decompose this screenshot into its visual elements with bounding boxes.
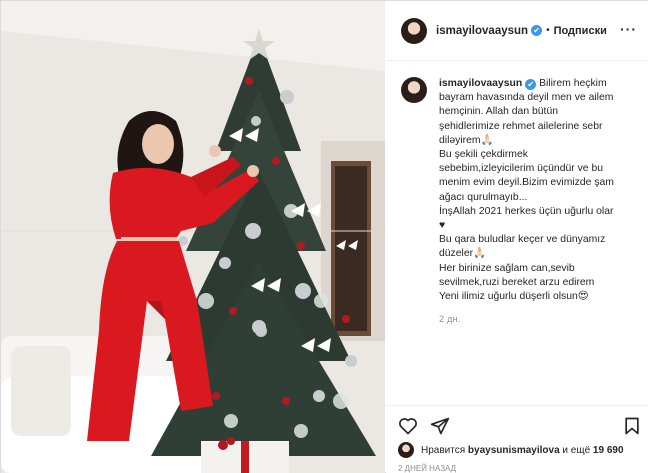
caption-verified-badge-icon: ✔	[525, 79, 537, 90]
post-caption: ismayilovaaysun ✔ Bilirem heçkim bayram h…	[401, 77, 639, 324]
photo-illustration	[1, 1, 385, 473]
verified-badge-icon: ✔	[531, 25, 543, 36]
username-link[interactable]: ismayilovaaysun	[436, 25, 528, 37]
avatar[interactable]	[401, 17, 427, 44]
caption-line: İnşAllah 2021 herkes üçün uğurlu olar	[439, 205, 614, 217]
post-photo[interactable]	[1, 1, 385, 473]
liker-username-link[interactable]: byaysunismayilova	[468, 445, 560, 456]
caption-time-ago[interactable]: 2 дн.	[439, 314, 639, 324]
post-sidebar: ismayilovaaysun ✔ • Подписки ··· ismayil…	[386, 1, 648, 473]
likes-summary: Нравится byaysunismayilova и ещё 19 690	[398, 442, 624, 458]
bookmark-icon[interactable]	[622, 416, 642, 436]
caption-line: Her birinize sağlam can,sevib	[439, 262, 575, 274]
caption-line: Bu qara buludlar keçer ve dünyamız	[439, 234, 606, 246]
heart-line: ♥	[439, 220, 446, 232]
heart-outline-icon[interactable]	[398, 416, 418, 436]
likes-prefix: Нравится	[421, 444, 466, 456]
caption-line: ağacı qurulmayıb...	[439, 191, 528, 203]
paper-plane-icon[interactable]	[430, 416, 450, 436]
caption-line-1: ismayilovaaysun ✔ Bilirem heçkim	[439, 77, 639, 91]
post-header: ismayilovaaysun ✔ • Подписки ···	[386, 1, 648, 61]
caption-username-link[interactable]: ismayilovaaysun	[439, 78, 522, 89]
more-options-icon[interactable]: ···	[620, 21, 637, 37]
caption-avatar[interactable]	[401, 77, 427, 103]
likes-suffix: и ещё	[562, 444, 591, 456]
liker-avatar[interactable]	[398, 442, 414, 458]
caption-line: diləyirem🙏🏻	[439, 134, 494, 146]
caption-text: ismayilovaaysun ✔ Bilirem heçkim bayram h…	[439, 77, 639, 304]
following-button[interactable]: Подписки	[554, 25, 607, 37]
post-date[interactable]: 2 ДНЕЙ НАЗАД	[398, 464, 456, 473]
caption-line: sebebim,izleyicilerim üçündür ve bu	[439, 163, 604, 175]
action-bar	[386, 405, 648, 445]
caption-line: düzeler🙏🏻	[439, 248, 487, 260]
caption-line: menim evim deyil.Bizim evimizde şam	[439, 177, 614, 189]
caption-line: bayram havasında deyil men ve ailem	[439, 92, 614, 104]
caption-line: sevilmek,ruzi bereket arzu edirem	[439, 276, 595, 288]
separator-dot: •	[546, 25, 550, 36]
caption-line: şehidlerimize rehmet ailelerine sebr	[439, 120, 603, 132]
instagram-post: ismayilovaaysun ✔ • Подписки ··· ismayil…	[0, 0, 648, 473]
likes-count-link[interactable]: 19 690	[593, 445, 624, 456]
caption-line: Yeni ilimiz uğurlu düşerli olsun😍	[439, 291, 589, 303]
caption-line: hemçinin. Allah dan bütün	[439, 106, 558, 118]
caption-line: Bu şekili çekdirmek	[439, 149, 528, 161]
caption-line: Bilirem heçkim	[539, 78, 607, 89]
